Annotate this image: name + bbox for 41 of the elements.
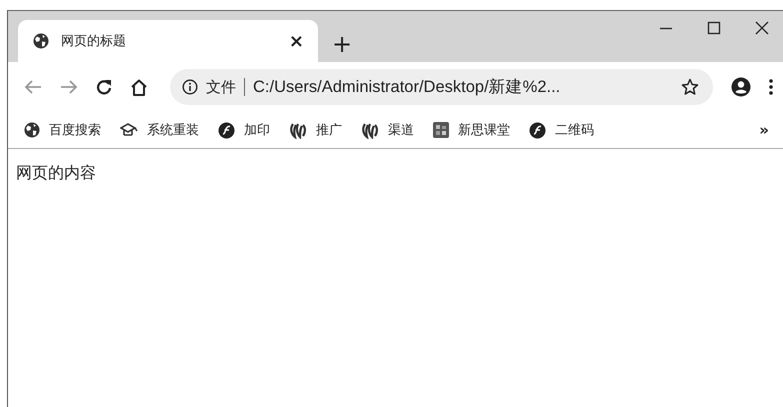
- bookmark-label: 百度搜索: [49, 122, 101, 139]
- bookmark-label: 加印: [244, 122, 270, 139]
- page-text: 网页的内容: [16, 163, 96, 182]
- bookmark-item[interactable]: 渠道: [361, 121, 414, 139]
- tab-close-button[interactable]: ×: [288, 30, 304, 52]
- menu-icon[interactable]: [769, 78, 773, 96]
- maximize-icon[interactable]: [707, 21, 721, 35]
- new-tab-button[interactable]: +: [332, 32, 352, 56]
- account-icon[interactable]: [731, 77, 751, 97]
- globe-icon: [24, 122, 40, 138]
- sf-logo-icon: [218, 122, 235, 138]
- home-icon[interactable]: [130, 78, 148, 96]
- bookmark-label: 二维码: [555, 122, 594, 139]
- bookmark-item[interactable]: 系统重装: [120, 121, 199, 139]
- bookmark-label: 新思课堂: [458, 122, 510, 139]
- star-icon[interactable]: [681, 78, 699, 96]
- bookmark-item[interactable]: 二维码: [529, 121, 594, 139]
- tile-icon: [433, 122, 449, 138]
- info-icon[interactable]: [182, 79, 198, 95]
- bookmark-item[interactable]: 百度搜索: [24, 121, 101, 139]
- close-icon[interactable]: [755, 21, 769, 35]
- leaf-logo-icon: [289, 122, 307, 138]
- scheme-label: 文件: [206, 78, 236, 96]
- bookmark-item[interactable]: 新思课堂: [433, 121, 510, 139]
- more-bookmarks-button[interactable]: »: [759, 121, 769, 139]
- url-text: C:/Users/Administrator/Desktop/新建%2...: [253, 77, 562, 98]
- bookmark-item[interactable]: 加印: [218, 121, 270, 139]
- mortarboard-icon: [120, 123, 138, 137]
- back-icon[interactable]: [24, 79, 42, 95]
- bookmark-label: 渠道: [388, 122, 414, 139]
- leaf-logo-icon: [361, 122, 379, 138]
- reload-icon[interactable]: [96, 79, 112, 95]
- sf-logo-icon: [529, 122, 546, 138]
- tab-title: 网页的标题: [61, 33, 127, 50]
- bookmark-label: 推广: [316, 122, 342, 139]
- browser-tab[interactable]: 网页的标题 ×: [18, 20, 318, 62]
- bookmark-label: 系统重装: [147, 122, 199, 139]
- address-bar[interactable]: 文件 C:/Users/Administrator/Desktop/新建%2...: [170, 69, 713, 105]
- forward-icon[interactable]: [60, 79, 78, 95]
- globe-icon: [33, 33, 49, 49]
- bookmark-item[interactable]: 推广: [289, 121, 342, 139]
